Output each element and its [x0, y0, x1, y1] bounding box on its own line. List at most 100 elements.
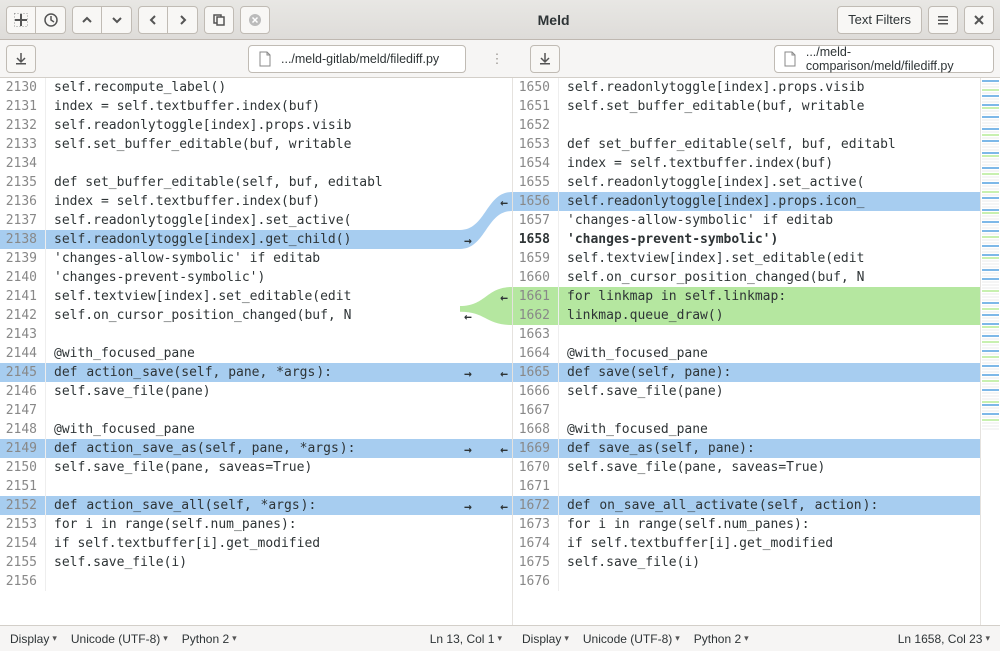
code-line[interactable]: 2155 self.save_file(i) [0, 553, 460, 572]
display-menu-right[interactable]: Display [522, 632, 569, 646]
recent-button[interactable] [36, 6, 66, 34]
save-left-button[interactable] [6, 45, 36, 73]
code-line[interactable]: 1658 'changes-prevent-symbolic') [513, 230, 980, 249]
forward-button[interactable] [168, 6, 198, 34]
code-line[interactable]: 2131 index = self.textbuffer.index(buf) [0, 97, 460, 116]
code-line[interactable]: 1653 def set_buffer_editable(self, buf, … [513, 135, 980, 154]
code-line[interactable]: 1652 [513, 116, 980, 135]
push-left-arrow[interactable]: ← [500, 441, 508, 460]
stop-button[interactable] [240, 6, 270, 34]
push-right-arrow[interactable]: → [464, 365, 472, 384]
code-line[interactable]: 1659 self.textview[index].set_editable(e… [513, 249, 980, 268]
save-right-button[interactable] [530, 45, 560, 73]
code-line[interactable]: 2133 self.set_buffer_editable(buf, writa… [0, 135, 460, 154]
code-line[interactable]: 2151 [0, 477, 460, 496]
encoding-menu-left[interactable]: Unicode (UTF-8) [71, 632, 168, 646]
code-line[interactable]: 1666 self.save_file(pane) [513, 382, 980, 401]
code-line[interactable]: 2152 def action_save_all(self, *args): [0, 496, 460, 515]
code-line[interactable]: 1656 self.readonlytoggle[index].props.ic… [513, 192, 980, 211]
code-line[interactable]: 1663 [513, 325, 980, 344]
code-line[interactable]: 1655 self.readonlytoggle[index].set_acti… [513, 173, 980, 192]
encoding-menu-right[interactable]: Unicode (UTF-8) [583, 632, 680, 646]
code-line[interactable]: 1668 @with_focused_pane [513, 420, 980, 439]
lang-menu-left[interactable]: Python 2 [182, 632, 237, 646]
minimap[interactable] [980, 78, 1000, 625]
cursor-pos-left[interactable]: Ln 13, Col 1 [430, 632, 502, 646]
code-line[interactable]: 1651 self.set_buffer_editable(buf, writa… [513, 97, 980, 116]
code-line[interactable]: 2138 self.readonlytoggle[index].get_chil… [0, 230, 460, 249]
code-line[interactable]: 2147 [0, 401, 460, 420]
display-menu-left[interactable]: Display [10, 632, 57, 646]
code-line[interactable]: 2130 self.recompute_label() [0, 78, 460, 97]
left-pane[interactable]: 2130 self.recompute_label()2131 index = … [0, 78, 460, 625]
code-line[interactable]: 2146 self.save_file(pane) [0, 382, 460, 401]
code-line[interactable]: 1662 linkmap.queue_draw() [513, 306, 980, 325]
link-gutter[interactable]: → ← → → → ← ← ← ← ← [460, 78, 512, 625]
new-tab-button[interactable] [6, 6, 36, 34]
push-left-arrow[interactable]: ← [500, 498, 508, 517]
push-left-arrow[interactable]: ← [500, 194, 508, 213]
close-window-button[interactable] [964, 6, 994, 34]
code-line[interactable]: 1675 self.save_file(i) [513, 553, 980, 572]
cursor-pos-right[interactable]: Ln 1658, Col 23 [898, 632, 990, 646]
code-line[interactable]: 2141 self.textview[index].set_editable(e… [0, 287, 460, 306]
pane-drag-handle[interactable]: ⋮ [491, 51, 506, 67]
copy-button[interactable] [204, 6, 234, 34]
code-line[interactable]: 1665 def save(self, pane): [513, 363, 980, 382]
code-text: 'changes-prevent-symbolic') [46, 268, 460, 287]
code-line[interactable]: 2135 def set_buffer_editable(self, buf, … [0, 173, 460, 192]
minimap-mark [982, 407, 999, 409]
push-right-arrow[interactable]: → [464, 441, 472, 460]
push-right-arrow[interactable]: → [464, 498, 472, 517]
code-line[interactable]: 2137 self.readonlytoggle[index].set_acti… [0, 211, 460, 230]
left-file-path-input[interactable]: .../meld-gitlab/meld/filediff.py [248, 45, 466, 73]
line-number: 1667 [513, 401, 559, 420]
code-line[interactable]: 2139 'changes-allow-symbolic' if editab [0, 249, 460, 268]
code-line[interactable]: 1672 def on_save_all_activate(self, acti… [513, 496, 980, 515]
code-line[interactable]: 1661 for linkmap in self.linkmap: [513, 287, 980, 306]
code-line[interactable]: 2136 index = self.textbuffer.index(buf) [0, 192, 460, 211]
code-line[interactable]: 2156 [0, 572, 460, 591]
code-line[interactable]: 1654 index = self.textbuffer.index(buf) [513, 154, 980, 173]
code-line[interactable]: 2150 self.save_file(pane, saveas=True) [0, 458, 460, 477]
prev-change-button[interactable] [72, 6, 102, 34]
right-file-path-input[interactable]: .../meld-comparison/meld/filediff.py [774, 45, 994, 73]
code-line[interactable]: 1676 [513, 572, 980, 591]
back-button[interactable] [138, 6, 168, 34]
push-left-arrow[interactable]: ← [500, 289, 508, 308]
push-right-arrow[interactable]: → [464, 232, 472, 251]
code-line[interactable]: 1660 self.on_cursor_position_changed(buf… [513, 268, 980, 287]
code-line[interactable]: 2149 def action_save_as(self, pane, *arg… [0, 439, 460, 458]
code-line[interactable]: 1671 [513, 477, 980, 496]
code-line[interactable]: 1650 self.readonlytoggle[index].props.vi… [513, 78, 980, 97]
pull-left-arrow[interactable]: ← [464, 308, 472, 327]
minimap-mark [982, 425, 999, 427]
right-pane[interactable]: 1650 self.readonlytoggle[index].props.vi… [512, 78, 980, 625]
code-text [559, 477, 980, 496]
code-line[interactable]: 2140 'changes-prevent-symbolic') [0, 268, 460, 287]
code-line[interactable]: 2142 self.on_cursor_position_changed(buf… [0, 306, 460, 325]
code-line[interactable]: 1674 if self.textbuffer[i].get_modified [513, 534, 980, 553]
code-line[interactable]: 2144 @with_focused_pane [0, 344, 460, 363]
minimap-mark [982, 254, 999, 256]
code-line[interactable]: 2145 def action_save(self, pane, *args): [0, 363, 460, 382]
code-line[interactable]: 1667 [513, 401, 980, 420]
code-line[interactable]: 1664 @with_focused_pane [513, 344, 980, 363]
push-left-arrow[interactable]: ← [500, 365, 508, 384]
code-line[interactable]: 2154 if self.textbuffer[i].get_modified [0, 534, 460, 553]
code-line[interactable]: 2134 [0, 154, 460, 173]
code-line[interactable]: 2143 [0, 325, 460, 344]
code-line[interactable]: 2132 self.readonlytoggle[index].props.vi… [0, 116, 460, 135]
next-change-button[interactable] [102, 6, 132, 34]
code-text: if self.textbuffer[i].get_modified [46, 534, 460, 553]
minimap-mark [982, 263, 999, 265]
code-line[interactable]: 1657 'changes-allow-symbolic' if editab [513, 211, 980, 230]
menu-button[interactable] [928, 6, 958, 34]
code-line[interactable]: 1673 for i in range(self.num_panes): [513, 515, 980, 534]
code-line[interactable]: 2148 @with_focused_pane [0, 420, 460, 439]
text-filters-button[interactable]: Text Filters [837, 6, 922, 34]
code-line[interactable]: 2153 for i in range(self.num_panes): [0, 515, 460, 534]
code-line[interactable]: 1669 def save_as(self, pane): [513, 439, 980, 458]
code-line[interactable]: 1670 self.save_file(pane, saveas=True) [513, 458, 980, 477]
lang-menu-right[interactable]: Python 2 [694, 632, 749, 646]
